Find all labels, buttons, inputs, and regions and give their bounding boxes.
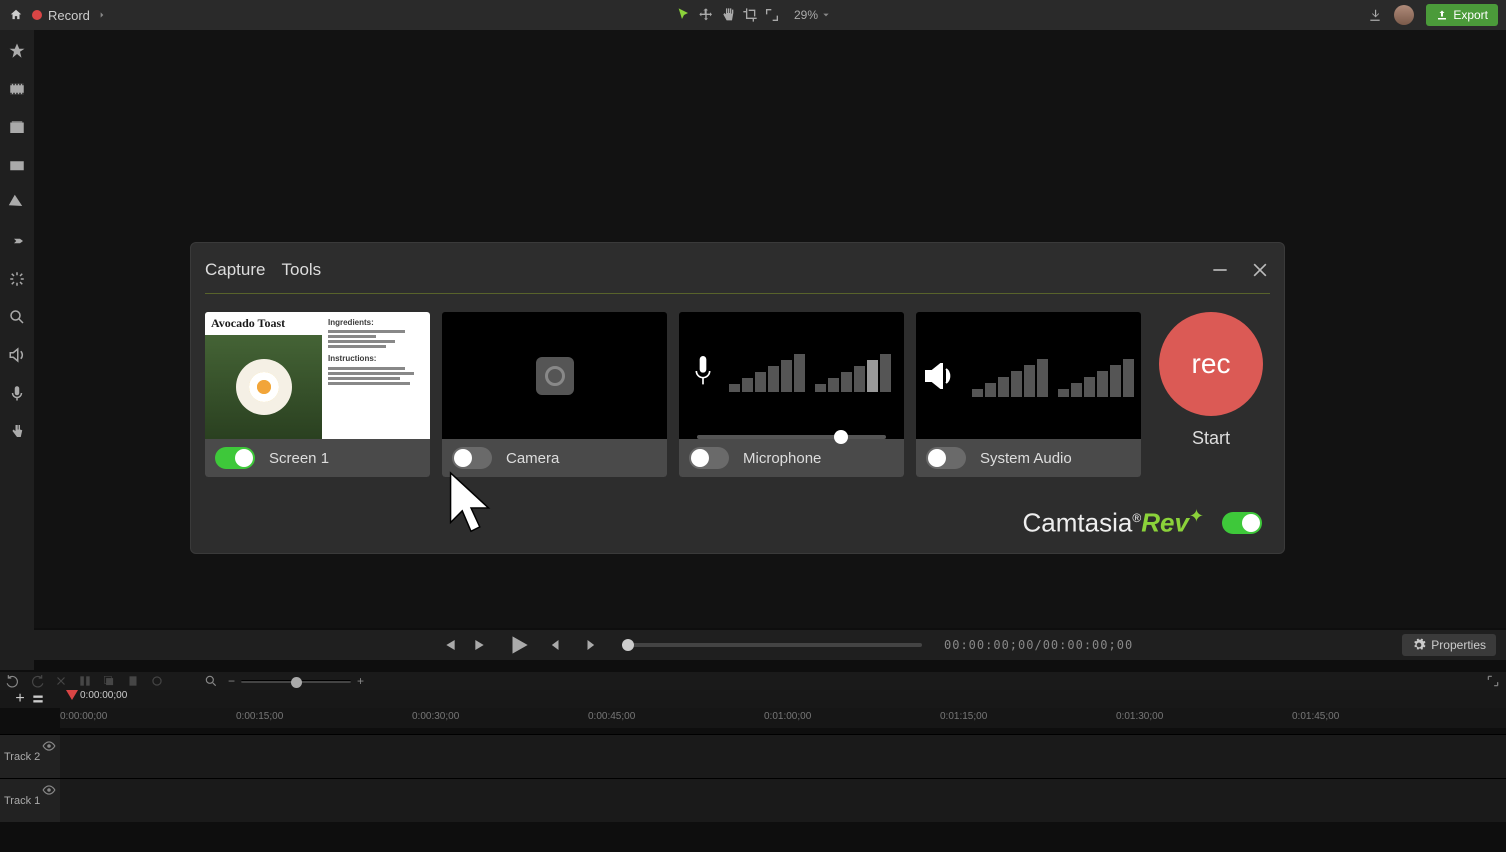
screen-thumbnail: Avocado Toast Ingredients: Instructions: xyxy=(205,312,430,439)
record-button-label: Record xyxy=(48,8,90,23)
split-icon[interactable] xyxy=(78,674,92,688)
camera-toggle[interactable] xyxy=(452,447,492,469)
move-icon[interactable] xyxy=(698,7,714,23)
playhead-time: 0:00:00;00 xyxy=(80,690,127,701)
play-icon[interactable] xyxy=(506,632,532,658)
eye-icon[interactable] xyxy=(42,783,56,797)
behaviors-icon[interactable] xyxy=(8,232,26,250)
microphone-card-label: Microphone xyxy=(743,450,821,467)
chevron-right-icon[interactable] xyxy=(98,9,106,21)
capture-screen-card[interactable]: Avocado Toast Ingredients: Instructions: xyxy=(205,312,430,477)
share-icon xyxy=(1436,9,1448,21)
camtasia-rev-brand: Camtasia®Rev✦ xyxy=(1023,506,1204,539)
start-record-button[interactable]: rec xyxy=(1159,312,1263,416)
system-audio-toggle[interactable] xyxy=(926,447,966,469)
timecode: 00:00:00;00/00:00:00;00 xyxy=(944,638,1133,652)
left-panel xyxy=(0,30,34,670)
system-audio-card-label: System Audio xyxy=(980,450,1072,467)
capture-dialog: Capture Tools Avocado Toast Ing xyxy=(190,242,1285,554)
add-track-button[interactable]: + xyxy=(0,690,60,708)
top-bar: Record 29% Export xyxy=(0,0,1506,30)
magnet-icon[interactable] xyxy=(150,674,164,688)
capture-microphone-card[interactable]: Microphone xyxy=(679,312,904,477)
camera-placeholder-icon xyxy=(536,357,574,395)
media-bin-icon[interactable] xyxy=(8,80,26,98)
favorites-icon[interactable] xyxy=(8,42,26,60)
microphone-icon xyxy=(693,354,713,388)
track-label: Track 2 xyxy=(4,751,40,763)
timeline-track-1[interactable]: Track 1 xyxy=(0,778,1506,822)
library-icon[interactable] xyxy=(8,118,26,136)
timeline-zoom[interactable]: −+ xyxy=(228,674,364,688)
hand-icon[interactable] xyxy=(720,7,736,23)
timeline-toolbar: −+ xyxy=(0,672,1506,690)
rev-toggle[interactable] xyxy=(1222,512,1262,534)
mic-gain-slider[interactable] xyxy=(697,435,886,439)
tab-tools[interactable]: Tools xyxy=(281,260,321,280)
properties-button[interactable]: Properties xyxy=(1402,634,1496,656)
voice-icon[interactable] xyxy=(8,384,26,402)
track-label: Track 1 xyxy=(4,795,40,807)
user-avatar[interactable] xyxy=(1394,5,1414,25)
audio-effects-icon[interactable] xyxy=(8,346,26,364)
home-icon[interactable] xyxy=(8,8,24,22)
pointer-icon[interactable] xyxy=(676,7,692,23)
screen-preview-title: Avocado Toast xyxy=(205,312,322,335)
close-icon[interactable] xyxy=(1250,260,1270,280)
screen-card-label: Screen 1 xyxy=(269,450,329,467)
mic-level-meter xyxy=(729,350,891,392)
copy-icon[interactable] xyxy=(102,674,116,688)
playhead-icon[interactable] xyxy=(66,690,78,700)
animations-icon[interactable] xyxy=(8,270,26,288)
cut-icon[interactable] xyxy=(54,674,68,688)
zoom-level[interactable]: 29% xyxy=(794,8,830,22)
zoom-value: 29% xyxy=(794,8,818,22)
transitions-icon[interactable] xyxy=(8,194,26,212)
scrub-bar[interactable] xyxy=(622,643,922,647)
search-icon[interactable] xyxy=(204,674,218,688)
export-button-label: Export xyxy=(1453,8,1488,22)
minimize-icon[interactable] xyxy=(1210,260,1230,280)
paste-icon[interactable] xyxy=(126,674,140,688)
speaker-icon xyxy=(924,363,956,389)
cursor-effects-icon[interactable] xyxy=(8,308,26,326)
chevron-down-icon xyxy=(820,11,832,19)
download-icon[interactable] xyxy=(1368,8,1382,22)
redo-icon[interactable] xyxy=(30,674,44,688)
properties-label: Properties xyxy=(1431,638,1486,652)
start-record-label: Start xyxy=(1192,428,1230,449)
record-button[interactable]: Record xyxy=(32,8,90,23)
playback-bar: 00:00:00;00/00:00:00;00 Properties xyxy=(34,630,1506,660)
capture-camera-card[interactable]: Camera xyxy=(442,312,667,477)
system-level-meter xyxy=(972,355,1134,397)
undo-icon[interactable] xyxy=(6,674,20,688)
record-dot-icon xyxy=(32,10,42,20)
capture-system-audio-card[interactable]: System Audio xyxy=(916,312,1141,477)
expand-icon[interactable] xyxy=(1486,674,1500,688)
next-marker-icon[interactable] xyxy=(580,635,600,655)
step-back-icon[interactable] xyxy=(438,635,458,655)
camera-card-label: Camera xyxy=(506,450,559,467)
eye-icon[interactable] xyxy=(42,739,56,753)
crop-icon[interactable] xyxy=(742,7,758,23)
timeline-ruler[interactable]: 0:00:00;00 0:00:15;00 0:00:30;00 0:00:45… xyxy=(60,708,1506,728)
screen-toggle[interactable] xyxy=(215,447,255,469)
annotations-icon[interactable] xyxy=(8,156,26,174)
microphone-toggle[interactable] xyxy=(689,447,729,469)
resize-icon[interactable] xyxy=(764,7,780,23)
canvas-tools: 29% xyxy=(676,7,830,23)
interactivity-icon[interactable] xyxy=(8,422,26,440)
export-button[interactable]: Export xyxy=(1426,4,1498,26)
timeline-header: + 0:00:00;00 xyxy=(0,690,1506,708)
timeline-track-2[interactable]: Track 2 xyxy=(0,734,1506,778)
tab-capture[interactable]: Capture xyxy=(205,260,265,280)
step-fwd-icon[interactable] xyxy=(472,635,492,655)
gear-icon xyxy=(1412,638,1426,652)
prev-marker-icon[interactable] xyxy=(546,635,566,655)
